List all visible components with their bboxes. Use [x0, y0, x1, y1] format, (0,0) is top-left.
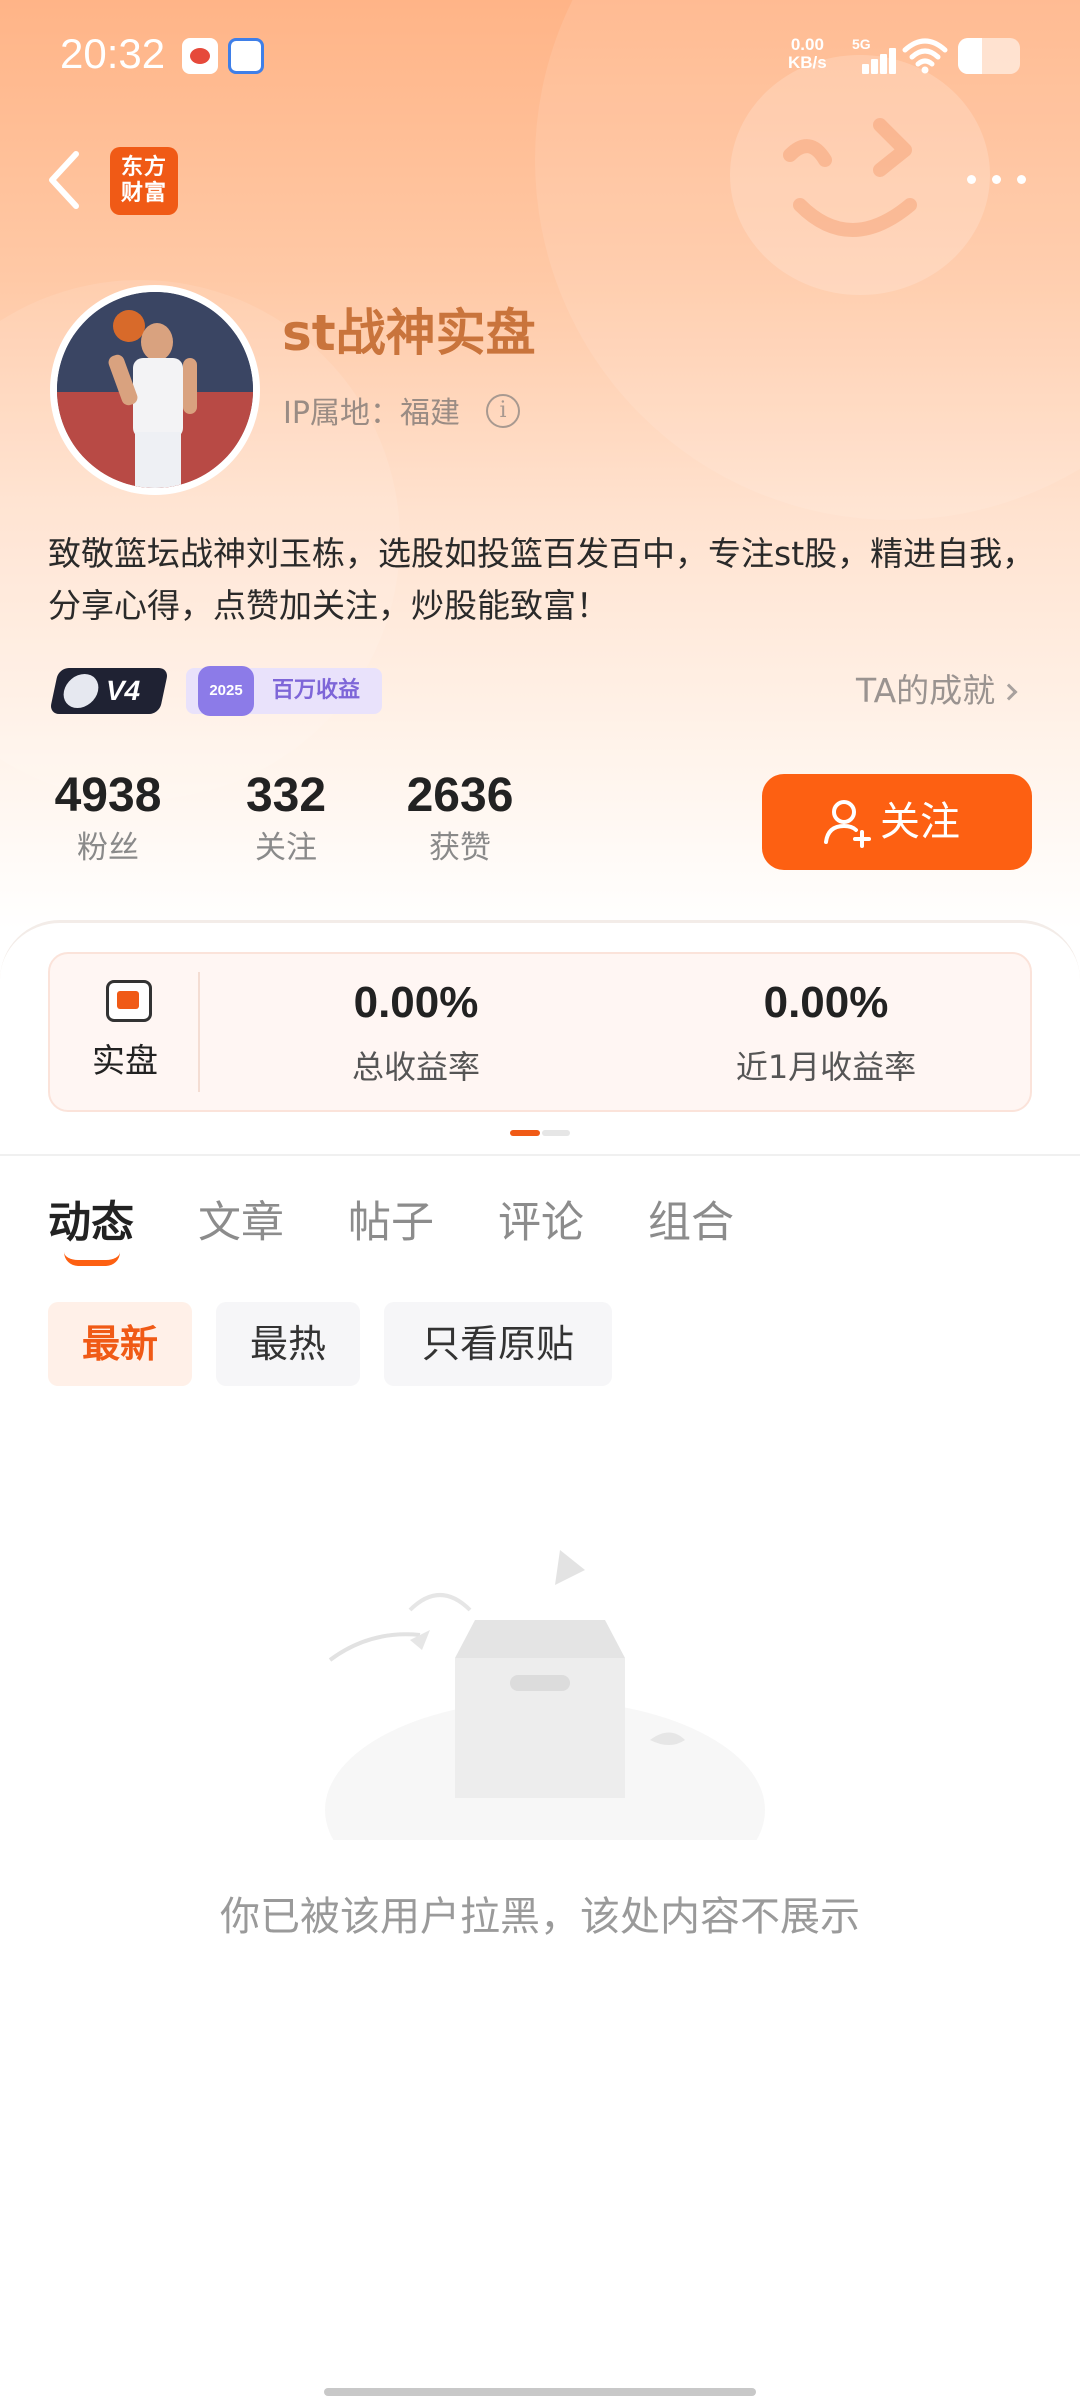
stat-following[interactable]: 332 关注 — [236, 768, 336, 870]
total-return-value: 0.00% — [353, 978, 479, 1027]
medal-icon: 2025 — [198, 666, 254, 716]
stat-fans[interactable]: 4938 粉丝 — [48, 768, 168, 870]
chevron-left-icon — [49, 151, 79, 209]
empty-state-message: 你已被该用户拉黑，该处内容不展示 — [220, 1894, 860, 1940]
stat-likes[interactable]: 2636 获赞 — [398, 768, 522, 870]
add-user-icon — [824, 800, 871, 848]
award-badge[interactable]: 2025 百万收益 — [186, 666, 382, 716]
filter-original-only[interactable]: 只看原贴 — [384, 1302, 612, 1386]
achievements-label: TA的成就 — [856, 671, 996, 710]
level-icon — [60, 674, 102, 708]
wifi-icon — [902, 38, 948, 74]
stat-label: 获赞 — [429, 830, 491, 866]
tab-posts[interactable]: 帖子 — [348, 1188, 434, 1250]
stat-label: 关注 — [255, 830, 317, 866]
tab-dynamics[interactable]: 动态 — [48, 1188, 134, 1250]
avatar-photo — [57, 292, 253, 488]
filter-latest[interactable]: 最新 — [48, 1302, 192, 1386]
logo-line: 财富 — [120, 181, 167, 206]
divider — [0, 1154, 1080, 1156]
total-return-label: 总收益率 — [351, 1048, 480, 1086]
carousel-indicator — [510, 1130, 570, 1136]
chevron-right-icon — [1000, 683, 1018, 701]
net-speed-value: 0.00 — [790, 35, 824, 54]
achievements-link[interactable]: TA的成就 — [856, 668, 1018, 714]
home-indicator[interactable] — [324, 2388, 756, 2396]
status-bar: 20:32 0.00 KB/s 5G — [0, 0, 1080, 110]
app-logo[interactable]: 东方 财富 — [110, 147, 178, 215]
filter-hottest[interactable]: 最热 — [216, 1302, 360, 1386]
stat-value: 4938 — [54, 769, 162, 822]
back-button[interactable] — [40, 140, 90, 220]
username: st战神实盘 — [282, 304, 536, 362]
level-label: V4 — [102, 675, 144, 706]
ip-location: IP属地：福建 — [283, 396, 460, 431]
tab-portfolio[interactable]: 组合 — [648, 1188, 734, 1250]
trend-chart-icon — [106, 980, 152, 1022]
stat-label: 粉丝 — [77, 830, 139, 866]
info-icon[interactable]: i — [486, 394, 520, 428]
net-speed-unit: KB/s — [788, 53, 827, 72]
month-return-value: 0.00% — [763, 978, 889, 1027]
tab-comments[interactable]: 评论 — [498, 1188, 584, 1250]
stat-value: 2636 — [406, 769, 514, 822]
month-return-label: 近1月收益率 — [735, 1048, 917, 1086]
logo-line: 东方 — [120, 155, 167, 180]
active-tab-indicator — [64, 1252, 120, 1266]
more-button[interactable] — [962, 165, 1032, 195]
award-label: 百万收益 — [272, 678, 361, 703]
tab-articles[interactable]: 文章 — [198, 1188, 284, 1250]
empty-box-illustration — [310, 1540, 780, 1920]
performance-card[interactable] — [48, 952, 1032, 1112]
performance-label: 实盘 — [92, 1041, 158, 1080]
net-speed: 0.00 KB/s — [788, 36, 827, 72]
signal-icon — [852, 48, 896, 74]
battery-icon — [958, 38, 1020, 74]
app-icon — [228, 38, 264, 74]
follow-label: 关注 — [880, 799, 960, 845]
stat-value: 332 — [245, 769, 327, 822]
weibo-icon — [182, 38, 218, 74]
user-bio: 致敬篮坛战神刘玉栋，选股如投篮百发百中，专注st股，精进自我，分享心得，点赞加关… — [48, 534, 1036, 625]
divider — [198, 972, 200, 1092]
status-time: 20:32 — [60, 30, 166, 77]
level-badge[interactable]: V4 — [49, 668, 169, 714]
avatar[interactable] — [50, 285, 260, 495]
follow-button[interactable]: 关注 — [762, 774, 1032, 870]
